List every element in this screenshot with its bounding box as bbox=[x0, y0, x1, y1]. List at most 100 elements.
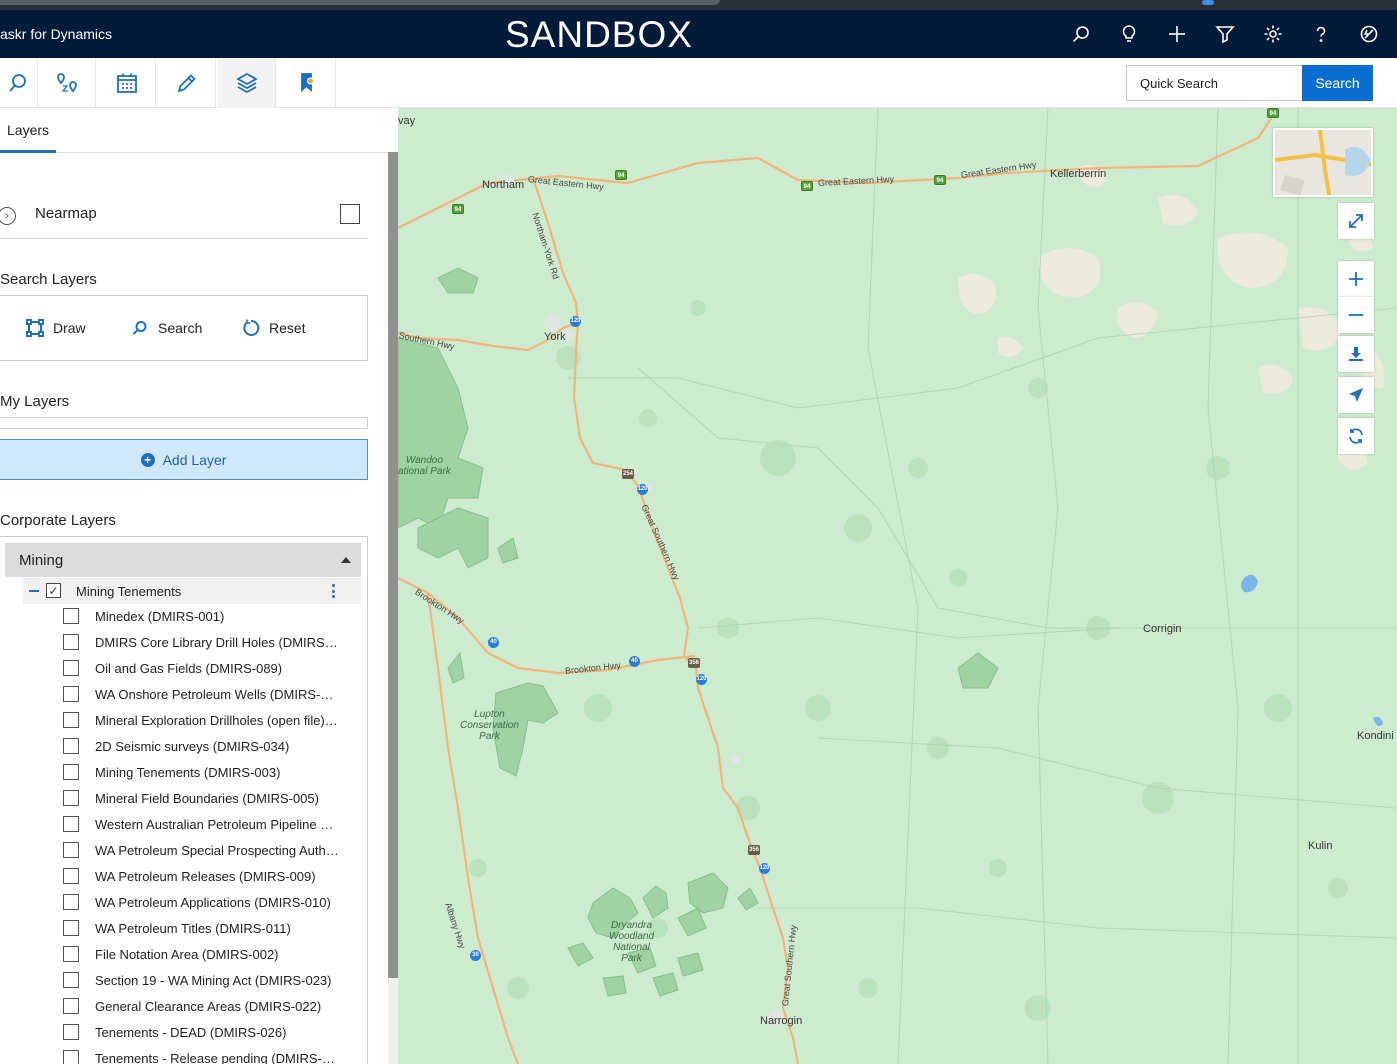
refresh-icon[interactable] bbox=[1338, 418, 1374, 454]
filter-icon[interactable] bbox=[1213, 22, 1237, 46]
layer-item[interactable]: Mineral Exploration Drillholes (open fil… bbox=[63, 712, 363, 732]
quick-search-input[interactable] bbox=[1126, 65, 1302, 101]
pencil-icon[interactable] bbox=[158, 58, 216, 108]
map-marker-icon[interactable] bbox=[278, 58, 336, 108]
dynamics-logo-icon[interactable] bbox=[1357, 22, 1381, 46]
collapse-minus-icon[interactable] bbox=[29, 590, 39, 592]
fullscreen-icon[interactable] bbox=[1338, 203, 1374, 239]
search-tool-icon[interactable] bbox=[0, 58, 38, 108]
route-shield: 94 bbox=[1267, 108, 1279, 118]
tab-layers[interactable]: Layers bbox=[0, 122, 49, 138]
layer-item[interactable]: WA Onshore Petroleum Wells (DMIRS-025) bbox=[63, 686, 363, 706]
add-layer-button[interactable]: + Add Layer bbox=[0, 439, 368, 480]
gear-icon[interactable] bbox=[1261, 22, 1285, 46]
panel-scrollbar-thumb[interactable] bbox=[388, 152, 398, 978]
download-icon[interactable] bbox=[1338, 336, 1374, 372]
search-icon[interactable] bbox=[1069, 22, 1093, 46]
layer-label: Tenements - DEAD (DMIRS-026) bbox=[95, 1025, 287, 1040]
layer-item[interactable]: Oil and Gas Fields (DMIRS-089) bbox=[63, 660, 363, 680]
layer-checkbox[interactable] bbox=[63, 972, 79, 988]
layer-checkbox[interactable] bbox=[63, 660, 79, 676]
route-shield: 254 bbox=[622, 469, 634, 479]
quick-search-button[interactable]: Search bbox=[1302, 65, 1373, 101]
layer-checkbox[interactable] bbox=[63, 764, 79, 780]
layer-label: WA Onshore Petroleum Wells (DMIRS-025) bbox=[95, 687, 339, 702]
layer-item[interactable]: DMIRS Core Library Drill Holes (DMIRS-0.… bbox=[63, 634, 363, 654]
layer-checkbox[interactable] bbox=[63, 894, 79, 910]
layer-checkbox[interactable] bbox=[63, 946, 79, 962]
map-view[interactable]: Northam York Kellerberrin Corrigin Kondi… bbox=[398, 108, 1397, 1064]
layer-checkbox[interactable] bbox=[63, 842, 79, 858]
collapse-caret-icon[interactable] bbox=[341, 557, 351, 563]
layer-label: Minedex (DMIRS-001) bbox=[95, 609, 225, 624]
group-mining[interactable]: Mining bbox=[5, 543, 361, 577]
reset-button[interactable]: Reset bbox=[242, 319, 306, 337]
reset-icon bbox=[243, 319, 260, 336]
layer-label: Tenements - Release pending (DMIRS-030) bbox=[95, 1051, 339, 1064]
route-icon[interactable] bbox=[38, 58, 96, 108]
layer-checkbox[interactable] bbox=[63, 998, 79, 1014]
mining-tenements-row[interactable]: ✓ Mining Tenements bbox=[23, 578, 361, 604]
layer-label: WA Petroleum Special Prospecting Autho..… bbox=[95, 843, 339, 858]
route-shield: 120 bbox=[696, 674, 707, 685]
route-shield: 94 bbox=[452, 204, 464, 214]
layer-checkbox[interactable] bbox=[63, 790, 79, 806]
layer-item[interactable]: WA Petroleum Releases (DMIRS-009) bbox=[63, 868, 363, 888]
calendar-icon[interactable] bbox=[98, 58, 156, 108]
route-shield: 120 bbox=[759, 863, 770, 874]
my-layers-heading: My Layers bbox=[0, 393, 70, 410]
plus-icon[interactable] bbox=[1165, 22, 1189, 46]
layer-checkbox[interactable] bbox=[63, 712, 79, 728]
lightbulb-icon[interactable] bbox=[1117, 22, 1141, 46]
layer-checkbox[interactable] bbox=[63, 868, 79, 884]
layer-item[interactable]: Minedex (DMIRS-001) bbox=[63, 608, 363, 628]
layer-label: Western Australian Petroleum Pipeline Po… bbox=[95, 817, 339, 832]
my-layers-list bbox=[0, 417, 368, 429]
locate-icon[interactable] bbox=[1338, 377, 1374, 413]
app-title: askr for Dynamics bbox=[0, 26, 113, 42]
browser-tab bbox=[0, 0, 720, 5]
layer-item[interactable]: 2D Seismic surveys (DMIRS-034) bbox=[63, 738, 363, 758]
reset-label: Reset bbox=[269, 320, 306, 336]
route-shield: 356 bbox=[748, 845, 760, 855]
layer-checkbox[interactable] bbox=[63, 920, 79, 936]
search-icon bbox=[132, 321, 147, 335]
layers-icon[interactable] bbox=[218, 58, 276, 108]
layer-item[interactable]: File Notation Area (DMIRS-002) bbox=[63, 946, 363, 966]
layer-item[interactable]: Mining Tenements (DMIRS-003) bbox=[63, 764, 363, 784]
layer-item[interactable]: Tenements - DEAD (DMIRS-026) bbox=[63, 1024, 363, 1044]
layer-item[interactable]: Western Australian Petroleum Pipeline Po… bbox=[63, 816, 363, 836]
layer-item[interactable]: General Clearance Areas (DMIRS-022) bbox=[63, 998, 363, 1018]
layer-checkbox[interactable] bbox=[63, 1024, 79, 1040]
layer-checkbox[interactable] bbox=[63, 816, 79, 832]
minimap[interactable] bbox=[1273, 128, 1373, 197]
mining-tenements-checkbox[interactable]: ✓ bbox=[46, 583, 61, 598]
layer-checkbox[interactable] bbox=[63, 738, 79, 754]
layer-item[interactable]: WA Petroleum Special Prospecting Autho..… bbox=[63, 842, 363, 862]
nearmap-row[interactable]: › Nearmap bbox=[0, 194, 368, 239]
layer-item[interactable]: Section 19 - WA Mining Act (DMIRS-023) bbox=[63, 972, 363, 992]
group-label: Mining bbox=[19, 552, 64, 569]
zoom-out-icon[interactable] bbox=[1338, 297, 1374, 333]
draw-button[interactable]: Draw bbox=[26, 319, 86, 337]
zoom-in-icon[interactable] bbox=[1338, 261, 1374, 297]
draw-icon bbox=[26, 319, 44, 337]
corporate-layers-box: Mining ✓ Mining Tenements Minedex (DMIRS… bbox=[0, 536, 368, 1064]
layer-item[interactable]: WA Petroleum Titles (DMIRS-011) bbox=[63, 920, 363, 940]
layer-checkbox[interactable] bbox=[63, 634, 79, 650]
help-icon[interactable] bbox=[1309, 22, 1333, 46]
layer-label: File Notation Area (DMIRS-002) bbox=[95, 947, 279, 962]
layer-item[interactable]: Mineral Field Boundaries (DMIRS-005) bbox=[63, 790, 363, 810]
layer-checkbox[interactable] bbox=[63, 608, 79, 624]
layer-item[interactable]: WA Petroleum Applications (DMIRS-010) bbox=[63, 894, 363, 914]
search-layers-button[interactable]: Search bbox=[131, 319, 202, 337]
layers-panel: Layers › Nearmap Search Layers Draw Sear… bbox=[0, 108, 398, 1064]
layer-item[interactable]: Tenements - Release pending (DMIRS-030) bbox=[63, 1050, 363, 1064]
layer-checkbox[interactable] bbox=[63, 1050, 79, 1064]
more-options-icon[interactable] bbox=[332, 584, 336, 598]
layer-checkbox[interactable] bbox=[63, 686, 79, 702]
nearmap-checkbox[interactable] bbox=[340, 204, 360, 224]
layer-label: Oil and Gas Fields (DMIRS-089) bbox=[95, 661, 283, 676]
expand-chevron-icon[interactable]: › bbox=[0, 207, 16, 225]
draw-label: Draw bbox=[53, 320, 86, 336]
